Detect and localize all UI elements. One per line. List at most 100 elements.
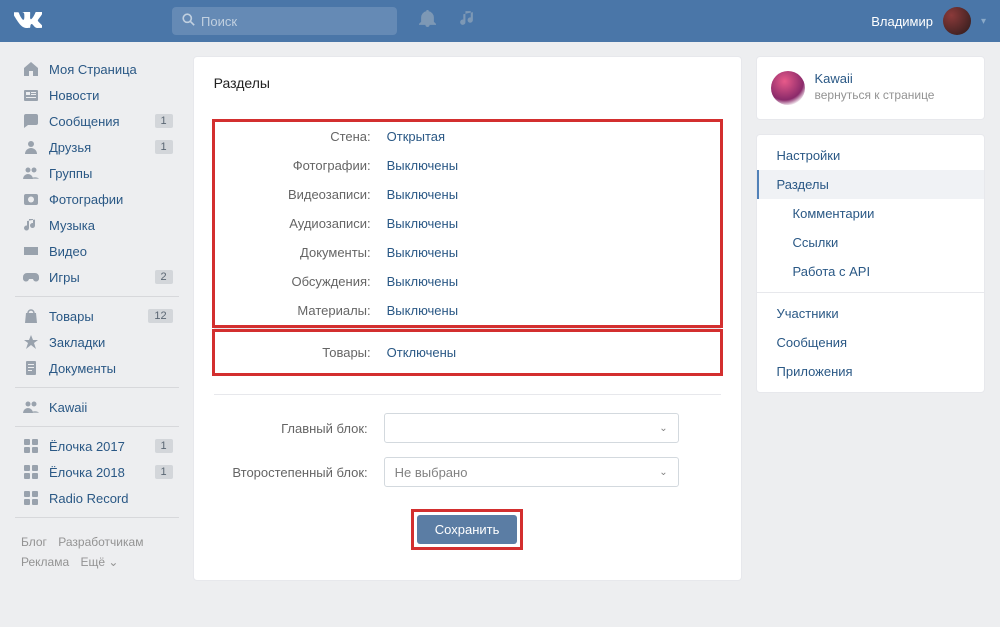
save-button[interactable]: Сохранить: [417, 515, 518, 544]
msg-icon: [21, 113, 41, 129]
photo-icon: [21, 191, 41, 207]
chevron-down-icon: ⌄: [659, 467, 667, 478]
nav-item[interactable]: Закладки: [15, 329, 179, 355]
group-back-link[interactable]: вернуться к странице: [815, 88, 935, 102]
setting-value[interactable]: Выключены: [387, 274, 458, 289]
nav-item[interactable]: Kawaii: [15, 394, 179, 420]
news-icon: [21, 87, 41, 103]
setting-value[interactable]: Выключены: [387, 245, 458, 260]
footer-link[interactable]: Реклама: [21, 555, 69, 569]
home-icon: [21, 61, 41, 77]
group-avatar: [771, 71, 805, 105]
footer-links: Блог Разработчикам Реклама Ещё ⌄: [15, 524, 179, 581]
nav-item[interactable]: Моя Страница: [15, 56, 179, 82]
app-icon: [21, 490, 41, 506]
group-header[interactable]: Kawaii вернуться к странице: [756, 56, 985, 120]
settings-nav-item[interactable]: Ссылки: [757, 228, 984, 257]
music-icon: [21, 217, 41, 233]
nav-badge: 2: [155, 270, 173, 284]
search-icon: [182, 13, 195, 29]
market-icon: [21, 308, 41, 324]
highlight-products: Товары:Отключены: [212, 329, 723, 376]
music-icon[interactable]: [458, 10, 475, 32]
nav-item[interactable]: Ёлочка 20171: [15, 433, 179, 459]
settings-nav-item[interactable]: Разделы: [757, 170, 984, 199]
right-sidebar: Kawaii вернуться к странице НастройкиРаз…: [756, 56, 985, 581]
settings-nav-item[interactable]: Приложения: [757, 357, 984, 386]
nav-item[interactable]: Radio Record: [15, 485, 179, 511]
nav-item[interactable]: Друзья1: [15, 134, 179, 160]
setting-value[interactable]: Открытая: [387, 129, 445, 144]
nav-label: Документы: [49, 361, 173, 376]
setting-value[interactable]: Выключены: [387, 303, 458, 318]
app-icon: [21, 438, 41, 454]
setting-label: Товары:: [217, 345, 387, 360]
notifications-icon[interactable]: [419, 10, 436, 32]
secondary-block-row: Второстепенный блок: Не выбрано ⌄: [214, 457, 721, 487]
settings-nav-item[interactable]: Работа с API: [757, 257, 984, 286]
footer-link[interactable]: Блог: [21, 535, 47, 549]
nav-label: Видео: [49, 244, 173, 259]
setting-label: Стена:: [217, 129, 387, 144]
highlight-save: Сохранить: [411, 509, 524, 550]
app-header: Владимир ▾: [0, 0, 1000, 42]
nav-item[interactable]: Фотографии: [15, 186, 179, 212]
main-block-row: Главный блок: ⌄: [214, 413, 721, 443]
nav-item[interactable]: Документы: [15, 355, 179, 381]
group-name: Kawaii: [815, 71, 935, 86]
page-title: Разделы: [214, 75, 721, 91]
header-icons: [419, 10, 475, 32]
nav-label: Ёлочка 2017: [49, 439, 155, 454]
nav-label: Сообщения: [49, 114, 155, 129]
settings-nav-item[interactable]: Комментарии: [757, 199, 984, 228]
setting-value[interactable]: Выключены: [387, 187, 458, 202]
setting-label: Обсуждения:: [217, 274, 387, 289]
left-sidebar: Моя СтраницаНовостиСообщения1Друзья1Груп…: [15, 56, 179, 581]
footer-link[interactable]: Разработчикам: [58, 535, 143, 549]
nav-item[interactable]: Сообщения1: [15, 108, 179, 134]
user-avatar: [943, 7, 971, 35]
setting-row: Обсуждения:Выключены: [217, 267, 718, 296]
groups-icon: [21, 399, 41, 415]
divider: [214, 394, 721, 395]
settings-nav-item[interactable]: Участники: [757, 299, 984, 328]
setting-value[interactable]: Отключены: [387, 345, 456, 360]
nav-label: Фотографии: [49, 192, 173, 207]
main-block-select[interactable]: ⌄: [384, 413, 679, 443]
nav-badge: 1: [155, 114, 173, 128]
games-icon: [21, 269, 41, 285]
docs-icon: [21, 360, 41, 376]
nav-item[interactable]: Новости: [15, 82, 179, 108]
secondary-block-select[interactable]: Не выбрано ⌄: [384, 457, 679, 487]
nav-item[interactable]: Игры2: [15, 264, 179, 290]
setting-label: Видеозаписи:: [217, 187, 387, 202]
footer-link[interactable]: Ещё ⌄: [80, 555, 118, 569]
settings-nav-item[interactable]: Сообщения: [757, 328, 984, 357]
vk-logo[interactable]: [14, 7, 42, 35]
nav-item[interactable]: Видео: [15, 238, 179, 264]
nav-label: Товары: [49, 309, 148, 324]
bookmark-icon: [21, 334, 41, 350]
nav-badge: 1: [155, 140, 173, 154]
secondary-block-label: Второстепенный блок:: [214, 465, 384, 480]
search-input[interactable]: [201, 14, 387, 29]
app-icon: [21, 464, 41, 480]
nav-item[interactable]: Группы: [15, 160, 179, 186]
search-box[interactable]: [172, 7, 397, 35]
setting-value[interactable]: Выключены: [387, 216, 458, 231]
setting-label: Материалы:: [217, 303, 387, 318]
setting-label: Аудиозаписи:: [217, 216, 387, 231]
settings-nav-item[interactable]: Настройки: [757, 141, 984, 170]
nav-item[interactable]: Музыка: [15, 212, 179, 238]
video-icon: [21, 243, 41, 259]
nav-item[interactable]: Товары12: [15, 303, 179, 329]
nav-label: Моя Страница: [49, 62, 173, 77]
setting-value[interactable]: Выключены: [387, 158, 458, 173]
header-user[interactable]: Владимир ▾: [871, 7, 986, 35]
main-panel: Разделы Стена:ОткрытаяФотографии:Выключе…: [193, 56, 742, 581]
setting-row: Документы:Выключены: [217, 238, 718, 267]
divider: [757, 292, 984, 293]
username: Владимир: [871, 14, 933, 29]
nav-label: Друзья: [49, 140, 155, 155]
nav-item[interactable]: Ёлочка 20181: [15, 459, 179, 485]
